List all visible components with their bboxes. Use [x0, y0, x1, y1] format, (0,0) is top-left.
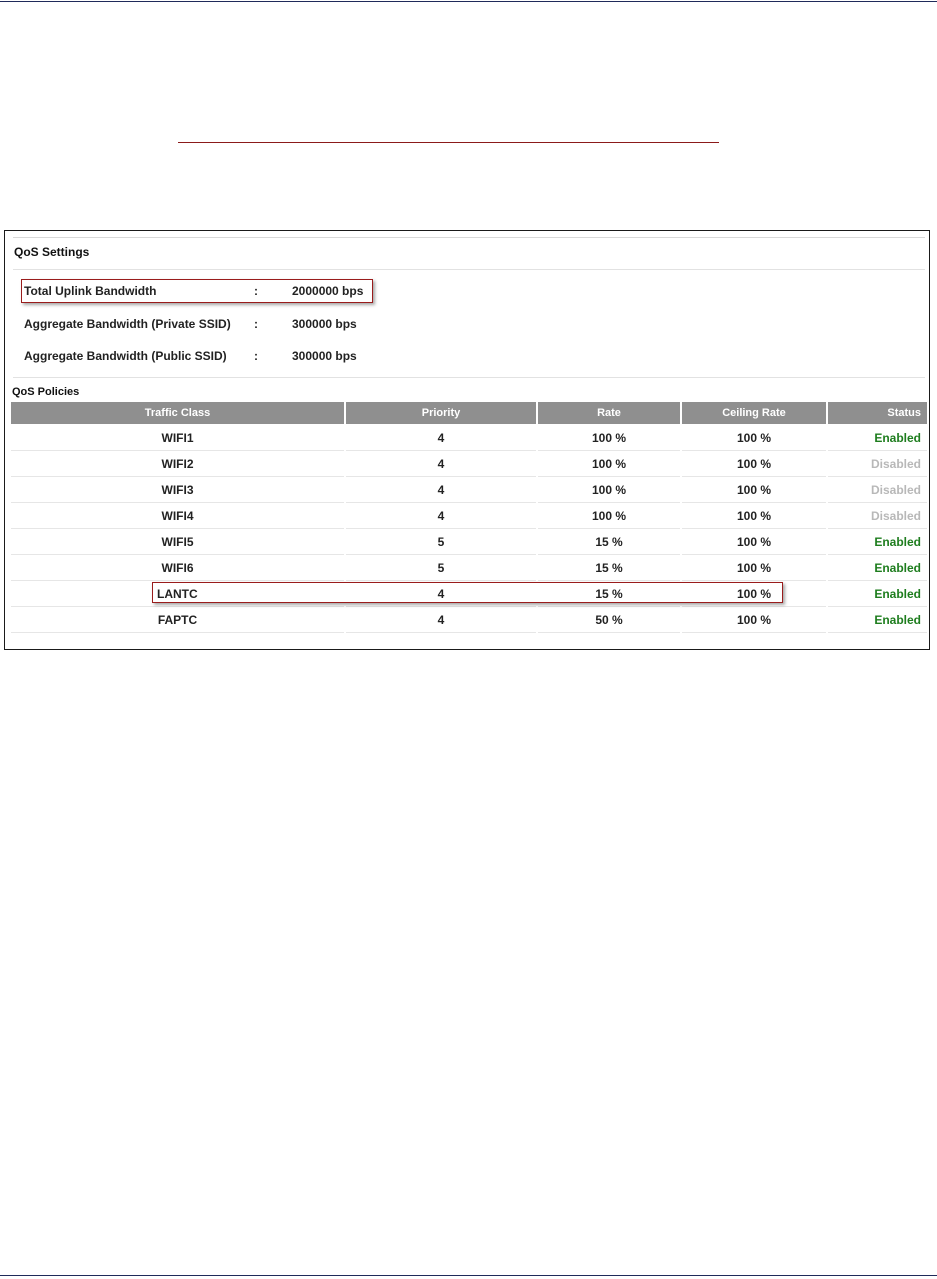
panel-title: QoS Settings — [14, 245, 90, 259]
cell-status: Disabled — [828, 478, 927, 503]
cell-status: Enabled — [828, 608, 927, 633]
cell-traffic-class: WIFI6 — [11, 556, 344, 581]
cell-ceiling-rate: 100 % — [682, 582, 826, 607]
policies-table-header: Traffic Class Priority Rate Ceiling Rate… — [11, 402, 927, 424]
cell-priority: 4 — [346, 608, 536, 633]
policies-title: QoS Policies — [12, 386, 80, 398]
table-row[interactable]: WIFI1 4 100 % 100 % Enabled — [11, 426, 927, 452]
cell-traffic-class: WIFI2 — [11, 452, 344, 477]
setting-colon: : — [254, 349, 258, 363]
table-row[interactable]: FAPTC 4 50 % 100 % Enabled — [11, 608, 927, 634]
setting-label: Aggregate Bandwidth (Public SSID) — [24, 349, 227, 363]
cell-priority: 5 — [346, 556, 536, 581]
setting-value: 300000 bps — [292, 317, 357, 331]
table-row[interactable]: WIFI2 4 100 % 100 % Disabled — [11, 452, 927, 478]
cell-status: Enabled — [828, 582, 927, 607]
cell-status: Disabled — [828, 504, 927, 529]
setting-colon: : — [254, 317, 258, 331]
cell-ceiling-rate: 100 % — [682, 452, 826, 477]
cell-priority: 4 — [346, 504, 536, 529]
cell-priority: 4 — [346, 452, 536, 477]
policies-table-body: WIFI1 4 100 % 100 % Enabled WIFI2 4 100 … — [11, 426, 927, 634]
cell-rate: 100 % — [538, 478, 680, 503]
column-header-priority[interactable]: Priority — [346, 402, 536, 424]
table-row[interactable]: WIFI6 5 15 % 100 % Enabled — [11, 556, 927, 582]
cell-status: Disabled — [828, 452, 927, 477]
setting-value: 2000000 bps — [292, 284, 364, 298]
cell-traffic-class: FAPTC — [11, 608, 344, 633]
panel-top-divider — [13, 237, 925, 238]
cell-traffic-class: WIFI1 — [11, 426, 344, 451]
cell-ceiling-rate: 100 % — [682, 530, 826, 555]
cell-traffic-class: WIFI4 — [11, 504, 344, 529]
setting-label: Total Uplink Bandwidth — [24, 284, 157, 298]
setting-colon: : — [254, 284, 258, 298]
cell-status: Enabled — [828, 556, 927, 581]
cell-ceiling-rate: 100 % — [682, 556, 826, 581]
column-header-ceiling-rate[interactable]: Ceiling Rate — [682, 402, 826, 424]
column-header-rate[interactable]: Rate — [538, 402, 680, 424]
cell-rate: 100 % — [538, 452, 680, 477]
cell-ceiling-rate: 100 % — [682, 478, 826, 503]
page-bottom-rule — [0, 1275, 937, 1276]
cell-traffic-class: WIFI3 — [11, 478, 344, 503]
cell-rate: 15 % — [538, 556, 680, 581]
cell-status: Enabled — [828, 530, 927, 555]
qos-settings-panel: QoS Settings Total Uplink Bandwidth : 20… — [4, 230, 930, 650]
cell-rate: 15 % — [538, 582, 680, 607]
table-row[interactable]: WIFI5 5 15 % 100 % Enabled — [11, 530, 927, 556]
cell-ceiling-rate: 100 % — [682, 426, 826, 451]
setting-label: Aggregate Bandwidth (Private SSID) — [24, 317, 231, 331]
setting-value: 300000 bps — [292, 349, 357, 363]
table-row[interactable]: WIFI4 4 100 % 100 % Disabled — [11, 504, 927, 530]
cell-traffic-class: WIFI5 — [11, 530, 344, 555]
policies-divider — [13, 377, 925, 378]
column-header-status[interactable]: Status — [828, 402, 927, 424]
page-top-rule — [0, 1, 937, 2]
cell-status: Enabled — [828, 426, 927, 451]
cell-priority: 5 — [346, 530, 536, 555]
cell-rate: 100 % — [538, 504, 680, 529]
cell-rate: 15 % — [538, 530, 680, 555]
cell-rate: 50 % — [538, 608, 680, 633]
cell-priority: 4 — [346, 426, 536, 451]
cell-priority: 4 — [346, 478, 536, 503]
cell-rate: 100 % — [538, 426, 680, 451]
cell-traffic-class: LANTC — [11, 582, 344, 607]
cell-ceiling-rate: 100 % — [682, 504, 826, 529]
table-row[interactable]: LANTC 4 15 % 100 % Enabled — [11, 582, 927, 608]
heading-underline-rule — [178, 142, 719, 143]
cell-priority: 4 — [346, 582, 536, 607]
table-row[interactable]: WIFI3 4 100 % 100 % Disabled — [11, 478, 927, 504]
column-header-traffic-class[interactable]: Traffic Class — [11, 402, 344, 424]
title-divider — [13, 269, 925, 270]
cell-ceiling-rate: 100 % — [682, 608, 826, 633]
